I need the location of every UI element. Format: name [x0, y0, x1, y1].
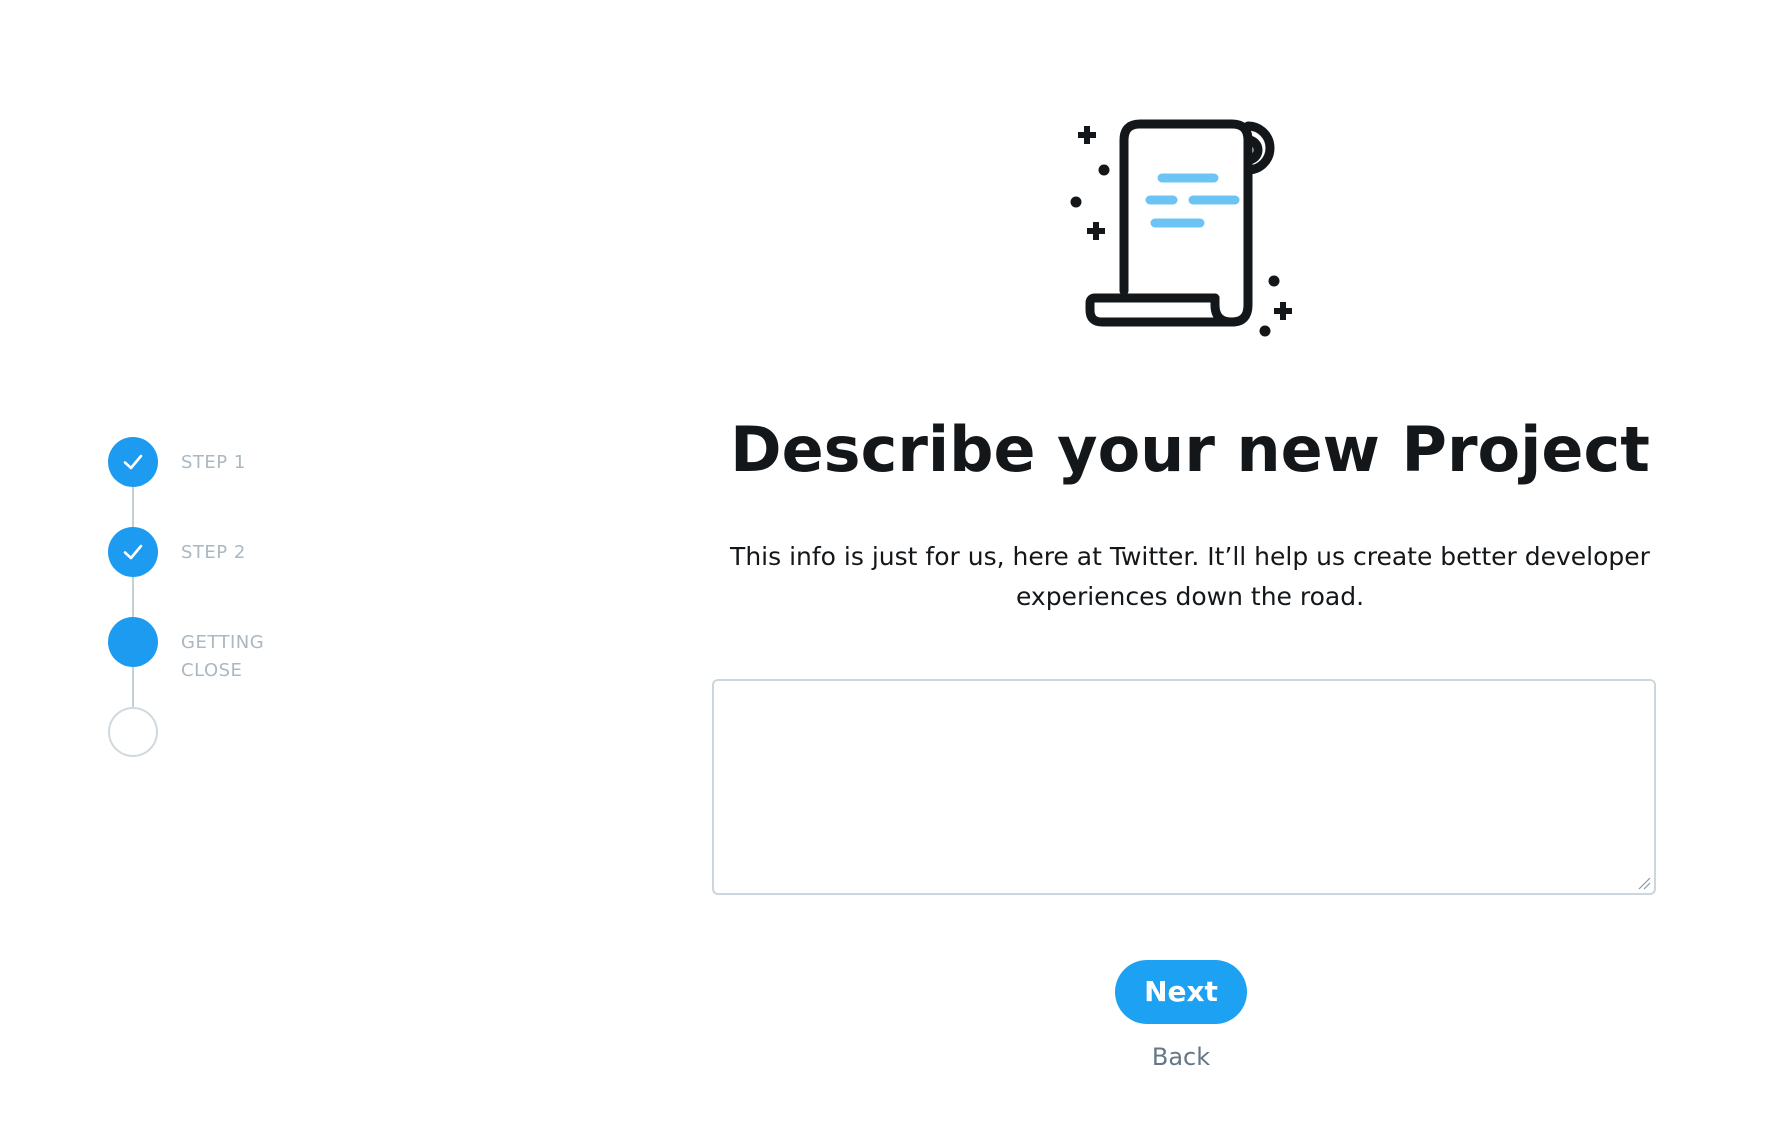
- step-3-current-indicator: [108, 617, 158, 667]
- back-link[interactable]: Back: [1081, 1040, 1281, 1074]
- resize-handle-icon[interactable]: [1637, 876, 1651, 890]
- step-1-complete-indicator: [108, 437, 158, 487]
- project-setup-page: STEP 1 STEP 2 GETTING CLOSE Describe you…: [0, 0, 1792, 1142]
- checkmark-icon: [123, 454, 143, 470]
- step-1-label: STEP 1: [181, 452, 246, 473]
- scroll-icon: [1070, 119, 1292, 337]
- page-title: Describe your new Project: [730, 413, 1650, 486]
- step-3-label: GETTING CLOSE: [181, 632, 265, 681]
- step-4-upcoming-indicator: [108, 707, 158, 757]
- next-button[interactable]: Next: [1115, 960, 1247, 1024]
- project-description-box: [712, 679, 1656, 895]
- project-description-input[interactable]: [728, 693, 1628, 879]
- stepper-connector-line: [132, 463, 134, 733]
- checkmark-icon: [123, 544, 143, 560]
- step-2-label: STEP 2: [181, 542, 246, 563]
- step-2-complete-indicator: [108, 527, 158, 577]
- page-subtitle: This info is just for us, here at Twitte…: [730, 542, 1650, 611]
